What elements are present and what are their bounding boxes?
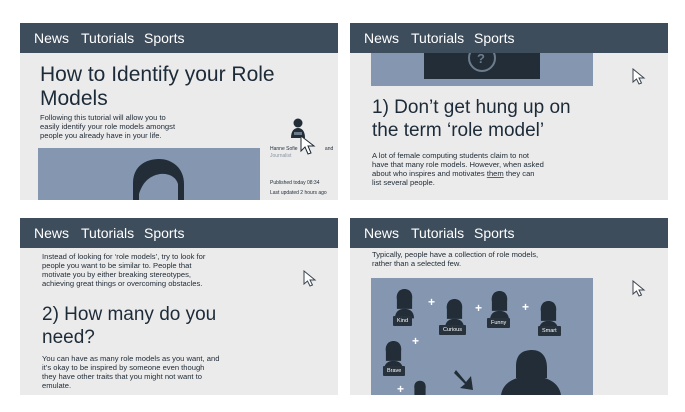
person-silhouette-icon	[133, 159, 184, 200]
panel-step-two: News Tutorials Sports Instead of looking…	[20, 218, 338, 395]
role-model-silhouettes	[384, 288, 561, 395]
nav-tutorials-link[interactable]: Tutorials	[81, 30, 134, 46]
article-intro: Following this tutorial will allow you t…	[40, 113, 176, 140]
panel-role-model-collection: News Tutorials Sports Typically, people …	[350, 218, 668, 395]
plus-sign: +	[412, 334, 420, 348]
nav-news-link[interactable]: News	[34, 225, 69, 241]
step-one-heading: 1) Don’t get hung up on the term ‘role m…	[372, 97, 571, 141]
nav-sports-link[interactable]: Sports	[144, 30, 184, 46]
tag-smart: Smart	[538, 326, 561, 336]
tag-kind: Kind	[393, 316, 413, 326]
step-one-paragraph: A lot of female computing students claim…	[372, 151, 544, 187]
nav-tutorials-link[interactable]: Tutorials	[411, 225, 464, 241]
plus-sign: +	[522, 300, 530, 314]
nav-sports-link[interactable]: Sports	[474, 30, 514, 46]
question-box: ?	[424, 44, 540, 79]
step-two-paragraph: You can have as many role models as you …	[42, 354, 220, 390]
collection-intro: Typically, people have a collection of r…	[372, 250, 539, 268]
navbar: News Tutorials Sports	[20, 23, 338, 53]
plus-sign: +	[428, 295, 436, 309]
nav-news-link[interactable]: News	[34, 30, 69, 46]
mouse-cursor-icon	[300, 134, 318, 162]
nav-tutorials-link[interactable]: Tutorials	[81, 225, 134, 241]
question-image: ?	[371, 44, 593, 86]
tag-curious: Curious	[439, 325, 466, 335]
tag-brave: Brave	[383, 366, 406, 376]
them-link[interactable]: them	[487, 169, 504, 178]
article-title: How to Identify your Role Models	[40, 63, 275, 110]
step-two-heading: 2) How many do you need?	[42, 304, 217, 348]
nav-sports-link[interactable]: Sports	[474, 225, 514, 241]
nav-tutorials-link[interactable]: Tutorials	[411, 30, 464, 46]
hero-image	[38, 148, 260, 200]
cursor-icon	[632, 279, 648, 303]
tag-funny: Funny	[487, 318, 511, 328]
nav-sports-link[interactable]: Sports	[144, 225, 184, 241]
last-updated: Last updated 2 hours ago	[270, 190, 327, 196]
navbar: News Tutorials Sports	[350, 23, 668, 53]
nav-news-link[interactable]: News	[364, 225, 399, 241]
navbar: News Tutorials Sports	[350, 218, 668, 248]
published-date: Published today 08:34	[270, 180, 320, 186]
cursor-icon	[303, 269, 319, 293]
role-models-image: Kind Curious Funny Smart Brave + + + + +	[371, 278, 593, 395]
navbar: News Tutorials Sports	[20, 218, 338, 248]
nav-news-link[interactable]: News	[364, 30, 399, 46]
cursor-icon	[632, 67, 648, 91]
author-role: Journalist	[270, 153, 292, 159]
panel-step-one: News Tutorials Sports ? 1) Don’t get hun…	[350, 23, 668, 200]
plus-sign: +	[475, 301, 483, 315]
plus-sign: +	[397, 382, 405, 395]
question-mark: ?	[477, 51, 485, 66]
panel-article-intro: News Tutorials Sports How to Identify yo…	[20, 23, 338, 200]
step-two-intro: Instead of looking for ‘role models’, tr…	[42, 252, 206, 288]
